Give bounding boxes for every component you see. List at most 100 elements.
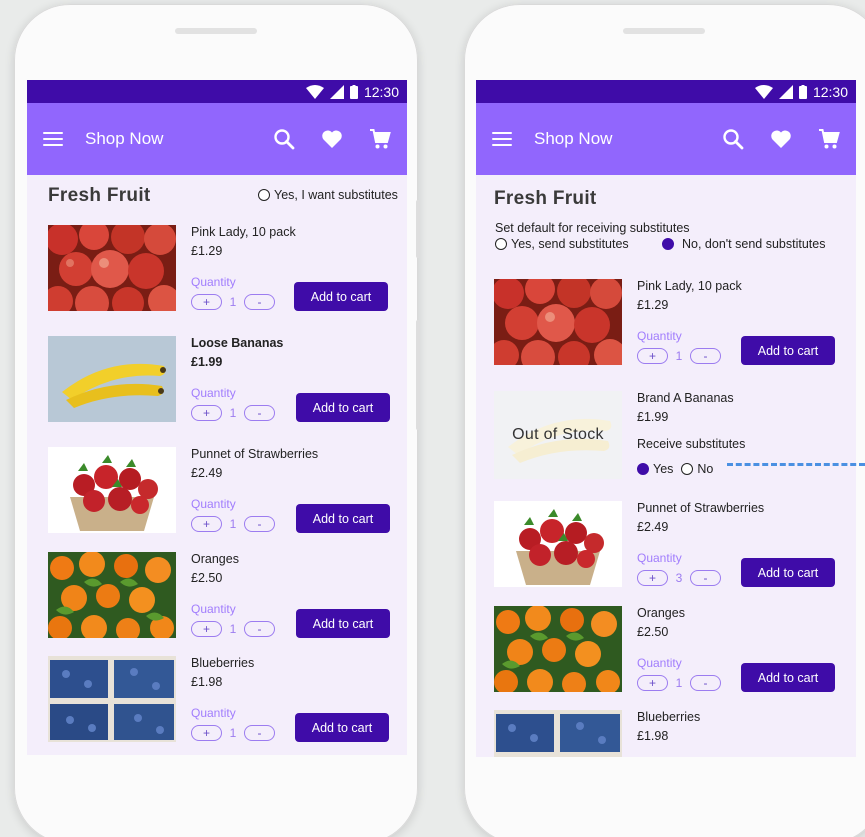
quantity-stepper: + 1 - bbox=[191, 405, 275, 421]
product-name: Brand A Bananas bbox=[637, 391, 734, 405]
quantity-value: 1 bbox=[229, 622, 237, 636]
quantity-increase-button[interactable]: + bbox=[637, 348, 668, 364]
menu-icon[interactable] bbox=[43, 132, 63, 146]
product-price: £1.99 bbox=[637, 410, 669, 424]
default-no-label: No, don't send substitutes bbox=[682, 237, 826, 251]
quantity-decrease-button[interactable]: - bbox=[690, 348, 721, 364]
receive-yes-radio[interactable] bbox=[637, 463, 649, 475]
product-name: Oranges bbox=[637, 606, 685, 620]
product-price: £1.98 bbox=[191, 675, 223, 689]
signal-icon bbox=[329, 84, 344, 99]
quantity-value: 1 bbox=[675, 349, 683, 363]
app-screen-right: 12:30 Shop Now Fresh Fruit Set default f… bbox=[476, 80, 856, 757]
default-substitutes-no[interactable]: No, don't send substitutes bbox=[662, 237, 825, 251]
product-image-strawberries bbox=[48, 447, 176, 533]
cart-icon[interactable] bbox=[369, 128, 391, 150]
product-image-strawberries bbox=[494, 501, 622, 587]
quantity-stepper: + 1 - bbox=[191, 294, 275, 310]
quantity-value: 1 bbox=[229, 726, 237, 740]
quantity-label: Quantity bbox=[637, 656, 682, 670]
status-bar: 12:30 bbox=[476, 80, 856, 103]
search-icon[interactable] bbox=[722, 128, 744, 150]
quantity-increase-button[interactable]: + bbox=[637, 675, 668, 691]
app-screen-left: 12:30 Shop Now Fresh Fruit Yes, I want s… bbox=[27, 80, 407, 755]
add-to-cart-button[interactable]: Add to cart bbox=[741, 558, 835, 587]
search-icon[interactable] bbox=[273, 128, 295, 150]
receive-no-option[interactable]: No bbox=[681, 462, 713, 476]
quantity-increase-button[interactable]: + bbox=[191, 621, 222, 637]
product-image-bananas: Out of Stock bbox=[494, 391, 622, 479]
quantity-stepper: + 1 - bbox=[637, 348, 721, 364]
receive-yes-option[interactable]: Yes bbox=[637, 462, 673, 476]
cart-icon[interactable] bbox=[818, 128, 840, 150]
quantity-label: Quantity bbox=[637, 329, 682, 343]
heart-icon[interactable] bbox=[770, 129, 792, 149]
status-bar: 12:30 bbox=[27, 80, 407, 103]
section-title: Fresh Fruit bbox=[494, 188, 597, 209]
default-yes-radio[interactable] bbox=[495, 238, 507, 250]
quantity-increase-button[interactable]: + bbox=[191, 405, 222, 421]
phone-side-button bbox=[416, 200, 420, 258]
app-bar: Shop Now bbox=[476, 103, 856, 175]
connector-dashed-line bbox=[727, 463, 865, 466]
product-image-blueberries bbox=[494, 710, 622, 757]
signal-icon bbox=[778, 84, 793, 99]
quantity-stepper: + 3 - bbox=[637, 570, 721, 586]
quantity-label: Quantity bbox=[191, 275, 236, 289]
add-to-cart-button[interactable]: Add to cart bbox=[741, 336, 835, 365]
product-price: £2.50 bbox=[637, 625, 669, 639]
product-image-apples bbox=[48, 225, 176, 311]
battery-icon bbox=[798, 84, 807, 99]
substitutes-radio[interactable] bbox=[258, 189, 270, 201]
quantity-label: Quantity bbox=[191, 706, 236, 720]
product-image-bananas bbox=[48, 336, 176, 422]
add-to-cart-button[interactable]: Add to cart bbox=[296, 393, 390, 422]
quantity-label: Quantity bbox=[191, 602, 236, 616]
substitutes-toggle[interactable]: Yes, I want substitutes bbox=[258, 188, 398, 202]
quantity-stepper: + 1 - bbox=[637, 675, 721, 691]
add-to-cart-button[interactable]: Add to cart bbox=[296, 504, 390, 533]
product-name: Loose Bananas bbox=[191, 336, 284, 350]
quantity-value: 1 bbox=[229, 406, 237, 420]
quantity-value: 3 bbox=[675, 571, 683, 585]
quantity-value: 1 bbox=[229, 295, 237, 309]
out-of-stock-label: Out of Stock bbox=[494, 391, 622, 479]
add-to-cart-button[interactable]: Add to cart bbox=[741, 663, 835, 692]
quantity-value: 1 bbox=[229, 517, 237, 531]
quantity-decrease-button[interactable]: - bbox=[690, 570, 721, 586]
app-bar: Shop Now bbox=[27, 103, 407, 175]
quantity-increase-button[interactable]: + bbox=[637, 570, 668, 586]
quantity-decrease-button[interactable]: - bbox=[244, 725, 275, 741]
quantity-decrease-button[interactable]: - bbox=[244, 621, 275, 637]
quantity-stepper: + 1 - bbox=[191, 621, 275, 637]
default-no-radio[interactable] bbox=[662, 238, 674, 250]
add-to-cart-button[interactable]: Add to cart bbox=[294, 282, 388, 311]
quantity-stepper: + 1 - bbox=[191, 516, 275, 532]
receive-no-radio[interactable] bbox=[681, 463, 694, 475]
product-price: £1.29 bbox=[191, 244, 223, 258]
product-name: Pink Lady, 10 pack bbox=[637, 279, 742, 293]
default-substitutes-yes[interactable]: Yes, send substitutes bbox=[495, 237, 629, 251]
quantity-decrease-button[interactable]: - bbox=[690, 675, 721, 691]
product-price: £1.29 bbox=[637, 298, 669, 312]
wifi-icon bbox=[305, 84, 324, 99]
menu-icon[interactable] bbox=[492, 132, 512, 146]
substitutes-label: Yes, I want substitutes bbox=[274, 188, 398, 202]
product-name: Punnet of Strawberries bbox=[637, 501, 765, 515]
heart-icon[interactable] bbox=[321, 129, 343, 149]
product-price: £1.98 bbox=[637, 729, 669, 743]
quantity-decrease-button[interactable]: - bbox=[244, 294, 275, 310]
quantity-increase-button[interactable]: + bbox=[191, 294, 222, 310]
status-time: 12:30 bbox=[812, 83, 848, 100]
add-to-cart-button[interactable]: Add to cart bbox=[295, 713, 389, 742]
quantity-decrease-button[interactable]: - bbox=[244, 405, 275, 421]
product-price: £2.49 bbox=[191, 466, 223, 480]
quantity-decrease-button[interactable]: - bbox=[244, 516, 275, 532]
app-title: Shop Now bbox=[534, 129, 613, 148]
quantity-increase-button[interactable]: + bbox=[191, 725, 222, 741]
add-to-cart-button[interactable]: Add to cart bbox=[296, 609, 390, 638]
quantity-label: Quantity bbox=[191, 497, 236, 511]
default-yes-label: Yes, send substitutes bbox=[511, 237, 629, 251]
quantity-increase-button[interactable]: + bbox=[191, 516, 222, 532]
default-substitutes-label: Set default for receiving substitutes bbox=[495, 221, 690, 235]
